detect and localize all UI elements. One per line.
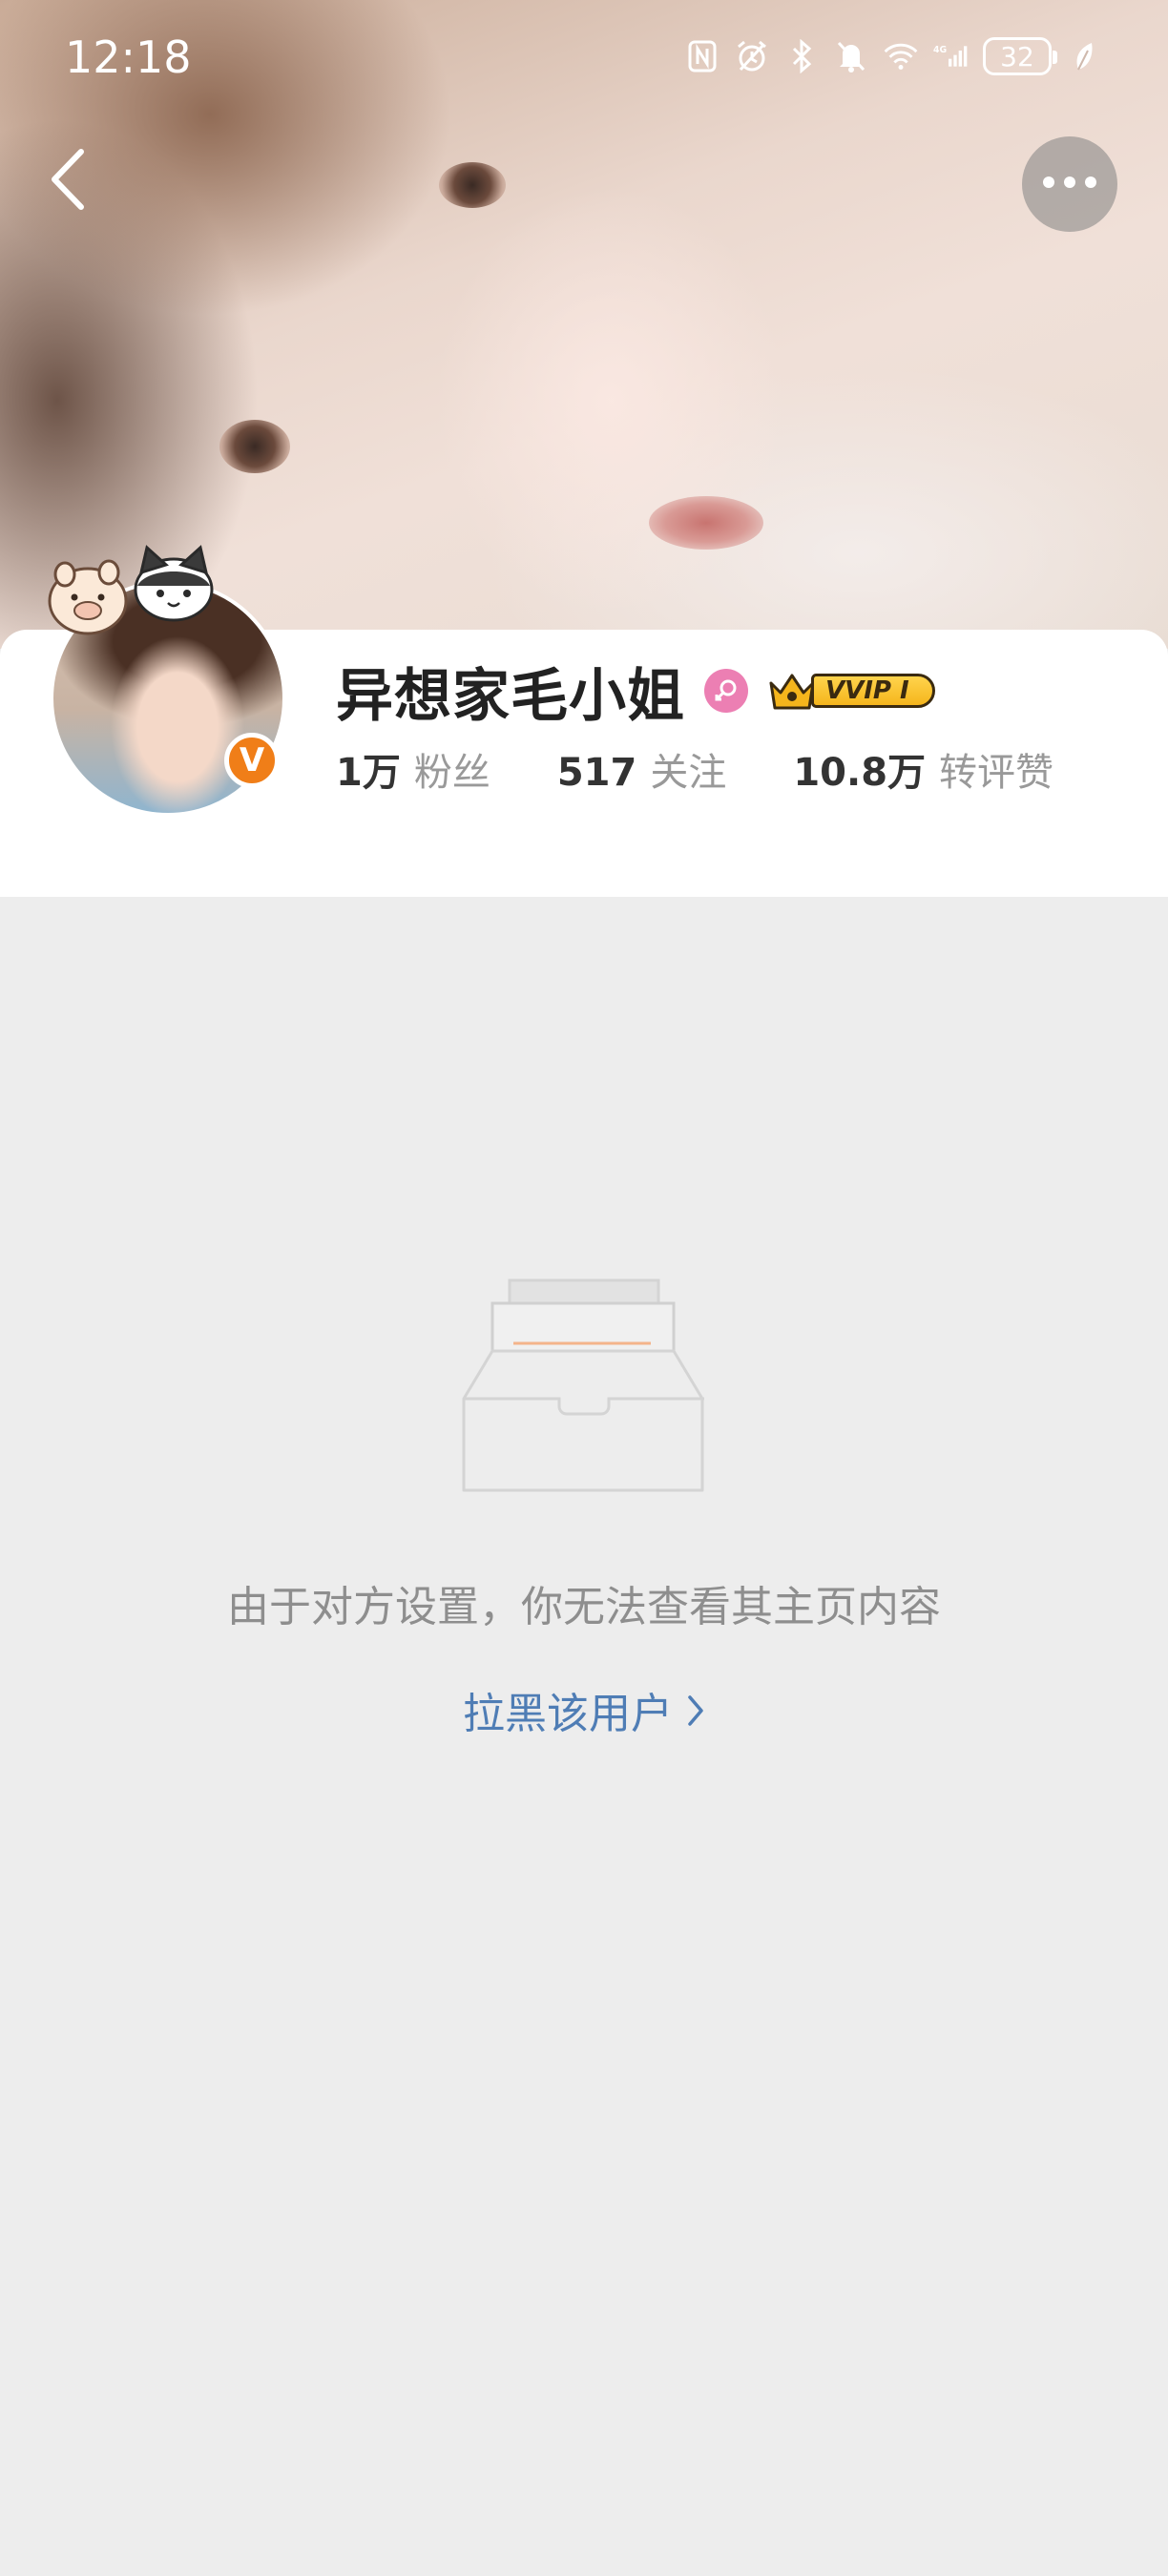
empty-state-message: 由于对方设置，你无法查看其主页内容 bbox=[227, 1583, 941, 1631]
battery-icon: 32 bbox=[983, 37, 1057, 75]
status-time: 12:18 bbox=[65, 31, 192, 83]
block-user-label: 拉黑该用户 bbox=[463, 1690, 673, 1738]
stat-label: 粉丝 bbox=[413, 751, 490, 795]
following-stat[interactable]: 517 关注 bbox=[557, 741, 727, 797]
battery-level: 32 bbox=[1000, 40, 1034, 73]
stat-label: 关注 bbox=[650, 751, 727, 795]
verified-label: V bbox=[239, 741, 265, 779]
cover-photo-detail bbox=[439, 162, 506, 208]
cover-photo-detail bbox=[219, 420, 290, 473]
more-button[interactable] bbox=[1022, 136, 1117, 232]
svg-text:4G: 4G bbox=[933, 45, 947, 55]
status-icons: 4G 32 bbox=[685, 32, 1101, 80]
stat-label: 转评赞 bbox=[939, 751, 1054, 795]
vip-label: VVIP I bbox=[811, 674, 935, 708]
stats-row: 1万 粉丝 517 关注 10.8万 转评赞 bbox=[336, 740, 1053, 798]
stat-value: 517 bbox=[556, 751, 637, 795]
stat-value: 1万 bbox=[336, 751, 401, 795]
back-arrow-icon bbox=[47, 146, 89, 217]
leaf-icon bbox=[1067, 37, 1101, 75]
stat-value: 10.8万 bbox=[793, 751, 927, 795]
empty-inbox-icon bbox=[462, 1278, 704, 1492]
likes-stat[interactable]: 10.8万 转评赞 bbox=[793, 741, 1053, 797]
signal-icon: 4G bbox=[933, 37, 968, 75]
verified-badge: V bbox=[224, 733, 280, 788]
wifi-icon bbox=[884, 37, 918, 75]
alarm-icon bbox=[735, 37, 769, 75]
chevron-right-icon bbox=[686, 1681, 705, 1748]
name-row: 异想家毛小姐 VVIP I bbox=[336, 651, 935, 731]
crown-icon bbox=[769, 674, 815, 710]
nfc-icon bbox=[685, 37, 720, 75]
more-horizontal-icon bbox=[1041, 175, 1098, 194]
vip-badge[interactable]: VVIP I bbox=[767, 670, 935, 712]
status-bar: 12:18 4G 32 bbox=[0, 0, 1168, 114]
cover-photo-detail bbox=[649, 496, 763, 550]
block-user-link[interactable]: 拉黑该用户 bbox=[0, 1681, 1168, 1748]
female-icon bbox=[704, 669, 748, 713]
avatar-container[interactable]: V bbox=[48, 545, 286, 817]
user-name: 异想家毛小姐 bbox=[336, 662, 685, 730]
avatar-pendant-icon bbox=[48, 545, 214, 635]
mute-icon bbox=[834, 37, 868, 75]
followers-stat[interactable]: 1万 粉丝 bbox=[336, 741, 490, 797]
back-button[interactable] bbox=[34, 143, 101, 219]
bluetooth-icon bbox=[784, 37, 819, 75]
